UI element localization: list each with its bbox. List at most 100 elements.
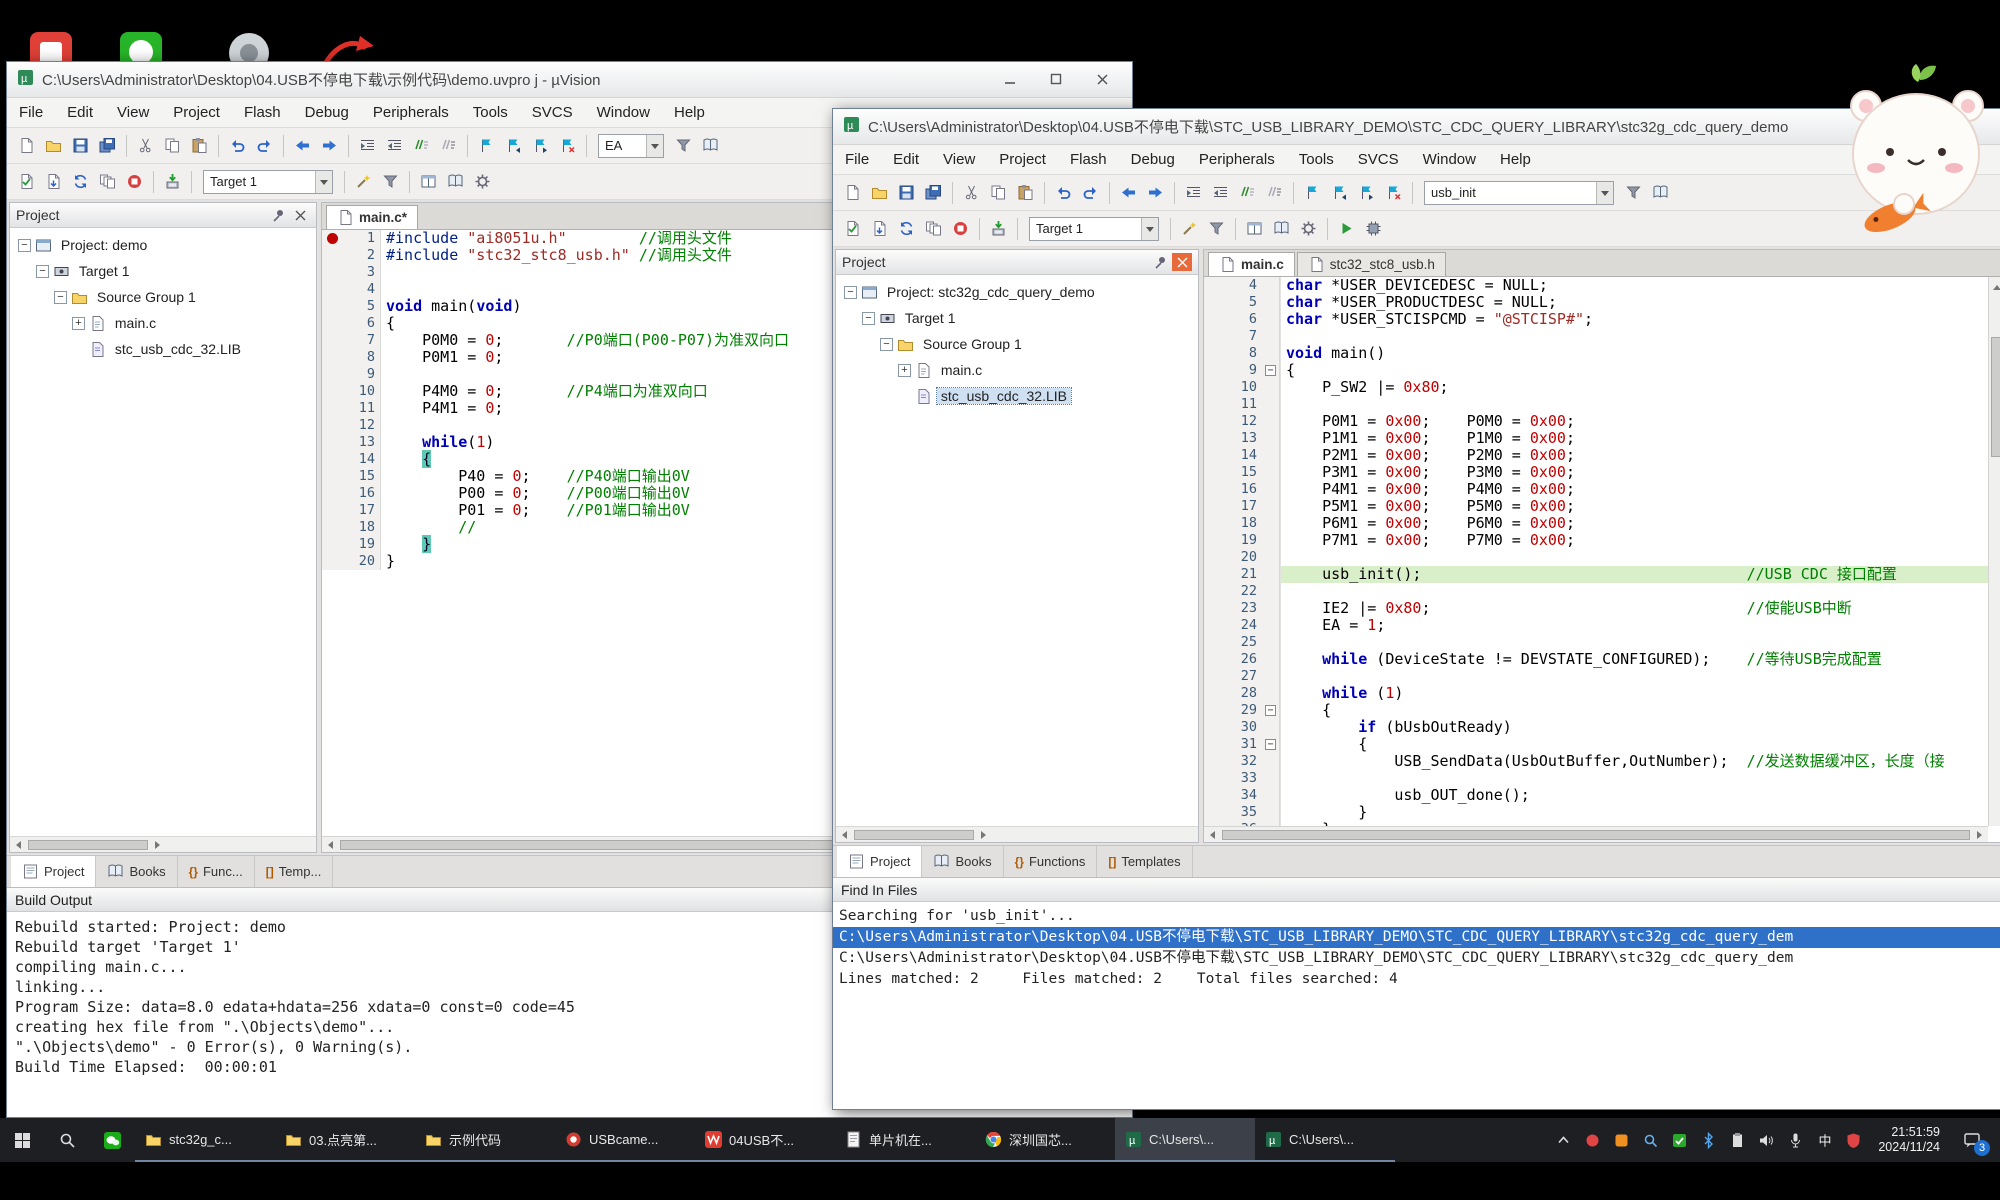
find-combo[interactable]: EA [598, 134, 664, 158]
code-line-29[interactable]: 29− { [1204, 702, 1988, 719]
back-button[interactable] [289, 132, 316, 159]
editor-tab-main-c[interactable]: main.c [1208, 252, 1295, 276]
breakpoint-margin[interactable] [1204, 328, 1218, 345]
code-text[interactable]: { [1286, 702, 1988, 719]
maximize-icon[interactable] [1036, 68, 1076, 92]
code-text[interactable]: char *USER_STCISPCMD = "@STCISP#"; [1286, 311, 1988, 328]
tray-bsearch-icon[interactable] [1636, 1118, 1665, 1162]
breakpoint-margin[interactable] [1204, 464, 1218, 481]
breakpoint-margin[interactable] [1204, 498, 1218, 515]
stop-button[interactable] [121, 168, 148, 195]
fold-margin[interactable] [1262, 311, 1280, 328]
flag-button[interactable] [473, 132, 500, 159]
fwd-button[interactable] [316, 132, 343, 159]
code-line-16[interactable]: 16 P4M1 = 0x00; P4M0 = 0x00; [1204, 481, 1988, 498]
breakpoint-margin[interactable] [322, 383, 342, 400]
translate-button[interactable] [13, 168, 40, 195]
project-panel[interactable]: Project − Project: stc32g_cdc_query_demo… [835, 249, 1199, 843]
breakpoint-margin[interactable] [1204, 345, 1218, 362]
fold-margin[interactable]: − [1262, 702, 1280, 719]
breakpoint-margin[interactable] [1204, 294, 1218, 311]
breakpoint-margin[interactable] [322, 468, 342, 485]
breakpoint-margin[interactable] [322, 315, 342, 332]
tree-expander-icon[interactable]: − [844, 286, 857, 299]
fold-margin[interactable] [1262, 685, 1280, 702]
code-line-7[interactable]: 7 [1204, 328, 1988, 345]
doc-button[interactable] [13, 132, 40, 159]
paste-button[interactable] [1012, 179, 1039, 206]
code-line-24[interactable]: 24 EA = 1; [1204, 617, 1988, 634]
fold-margin[interactable] [1262, 396, 1280, 413]
menu-tools[interactable]: Tools [1287, 145, 1346, 174]
tree-item-project-stc32g-cdc-query-demo[interactable]: − Project: stc32g_cdc_query_demo [836, 279, 1198, 305]
code-line-35[interactable]: 35 } [1204, 804, 1988, 821]
code-text[interactable] [1286, 634, 1988, 651]
breakpoint-margin[interactable] [1204, 753, 1218, 770]
dock-tab-books[interactable]: Books [96, 856, 177, 887]
tree-expander-icon[interactable]: − [880, 338, 893, 351]
editor-tab-stc32-stc8-usb-h[interactable]: stc32_stc8_usb.h [1297, 252, 1446, 276]
tree-item-main-c[interactable]: + main.c [836, 357, 1198, 383]
code-area[interactable]: 4char *USER_DEVICEDESC = NULL;5char *USE… [1204, 277, 2000, 842]
code-text[interactable]: USB_SendData(UsbOutBuffer,OutNumber); //… [1286, 753, 1988, 770]
tray-clip-icon[interactable] [1723, 1118, 1752, 1162]
breakpoint-margin[interactable] [1204, 702, 1218, 719]
code-line-19[interactable]: 19 P7M1 = 0x00; P7M0 = 0x00; [1204, 532, 1988, 549]
rebuild-button[interactable] [893, 215, 920, 242]
menu-project[interactable]: Project [161, 98, 232, 127]
split-button[interactable] [1241, 215, 1268, 242]
find-result-line[interactable]: Lines matched: 2 Files matched: 2 Total … [833, 969, 2000, 990]
breakpoint-margin[interactable] [322, 502, 342, 519]
menu-peripherals[interactable]: Peripherals [361, 98, 461, 127]
desktop-icon-red-arrow[interactable] [318, 30, 378, 61]
fold-margin[interactable] [1262, 600, 1280, 617]
code-text[interactable]: if (bUsbOutReady) [1286, 719, 1988, 736]
book-button[interactable] [442, 168, 469, 195]
breakpoint-margin[interactable] [1204, 736, 1218, 753]
breakpoint-margin[interactable] [1204, 430, 1218, 447]
taskbar-search-button[interactable] [45, 1118, 90, 1162]
fold-margin[interactable] [1262, 634, 1280, 651]
play-button[interactable] [1333, 215, 1360, 242]
breakpoint-margin[interactable] [1204, 668, 1218, 685]
code-text[interactable]: EA = 1; [1286, 617, 1988, 634]
code-line-13[interactable]: 13 P1M1 = 0x00; P1M0 = 0x00; [1204, 430, 1988, 447]
breakpoint-margin[interactable] [1204, 617, 1218, 634]
menu-view[interactable]: View [931, 145, 987, 174]
save-button[interactable] [893, 179, 920, 206]
dock-tab-project[interactable]: Project [11, 856, 96, 887]
dock-tab-temp[interactable]: []Temp... [255, 856, 334, 887]
dock-tab-books[interactable]: Books [922, 846, 1003, 877]
code-text[interactable]: P4M1 = 0x00; P4M0 = 0x00; [1286, 481, 1988, 498]
dock-tab-functions[interactable]: {}Functions [1004, 846, 1098, 877]
menu-debug[interactable]: Debug [293, 98, 361, 127]
tree-item-source-group-1[interactable]: − Source Group 1 [836, 331, 1198, 357]
code-text[interactable]: P3M1 = 0x00; P3M0 = 0x00; [1286, 464, 1988, 481]
tree-expander-icon[interactable]: − [54, 291, 67, 304]
breakpoint-margin[interactable] [1204, 447, 1218, 464]
code-text[interactable] [1286, 583, 1988, 600]
breakpoint-margin[interactable] [1204, 651, 1218, 668]
menu-project[interactable]: Project [987, 145, 1058, 174]
funnel-button[interactable] [1203, 215, 1230, 242]
code-text[interactable]: char *USER_DEVICEDESC = NULL; [1286, 277, 1988, 294]
tree-expander-icon[interactable]: − [36, 265, 49, 278]
breakpoint-margin[interactable] [1204, 566, 1218, 583]
combo-dropdown-icon[interactable] [1596, 182, 1613, 204]
code-text[interactable] [1286, 396, 1988, 413]
comment-button[interactable] [1234, 179, 1261, 206]
code-line-33[interactable]: 33 [1204, 770, 1988, 787]
start-button[interactable] [0, 1118, 45, 1162]
code-text[interactable]: } [1286, 804, 1988, 821]
tree-item-target-1[interactable]: − Target 1 [10, 258, 316, 284]
uncomment-button[interactable] [435, 132, 462, 159]
tray-ime-icon[interactable]: 中 [1810, 1118, 1839, 1162]
fold-margin[interactable] [1262, 430, 1280, 447]
code-text[interactable]: void main() [1286, 345, 1988, 362]
menu-file[interactable]: File [7, 98, 55, 127]
fold-margin[interactable] [1262, 328, 1280, 345]
indent-button[interactable] [1180, 179, 1207, 206]
project-panel[interactable]: Project − Project: demo − Target 1 − Sou… [9, 202, 317, 853]
breakpoint-margin[interactable] [1204, 379, 1218, 396]
combo-dropdown-icon[interactable] [646, 135, 663, 157]
